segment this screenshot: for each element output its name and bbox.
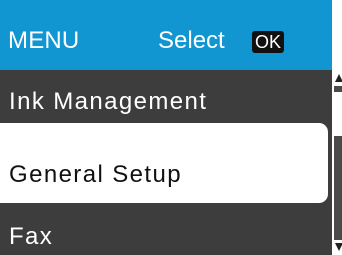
select-hint: Select	[158, 27, 225, 54]
printer-lcd: MENU Select OK Ink Management General Se…	[0, 0, 342, 255]
menu-item-ink-management[interactable]: Ink Management	[0, 72, 332, 124]
menu-item-label: Fax	[9, 223, 54, 250]
menu-item-label: Ink Management	[9, 88, 208, 115]
scroll-down-arrow-icon[interactable]	[335, 243, 342, 251]
menu-title: MENU	[8, 27, 80, 54]
menu-screen: MENU Select OK Ink Management General Se…	[0, 0, 332, 255]
scroll-up-arrow-icon[interactable]	[335, 74, 342, 82]
menu-item-fax[interactable]: Fax	[0, 206, 332, 255]
menu-header: MENU Select OK	[0, 0, 332, 70]
ok-key-icon: OK	[252, 31, 284, 53]
scrollbar-thumb[interactable]	[334, 92, 342, 136]
menu-item-general-setup[interactable]: General Setup	[0, 123, 328, 203]
menu-item-label: General Setup	[9, 161, 182, 188]
